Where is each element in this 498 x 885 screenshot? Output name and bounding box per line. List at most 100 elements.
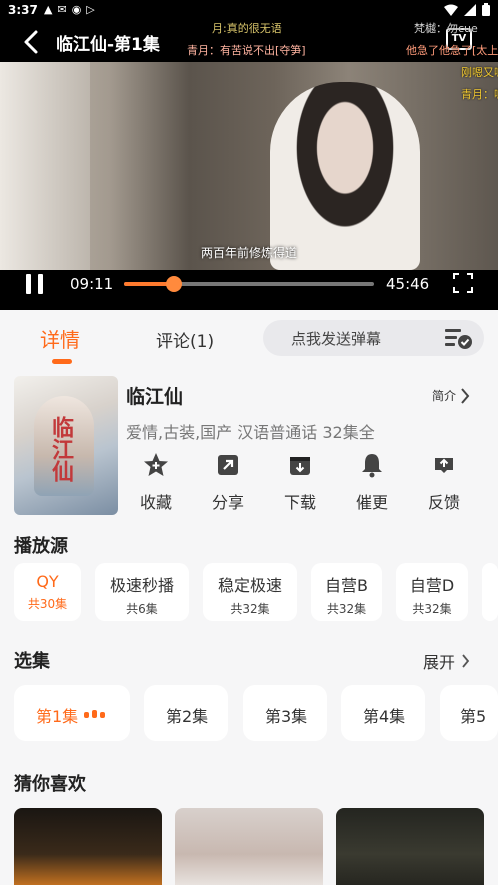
status-bar: 3:37 ▲ ✉ ◉ ▷: [0, 0, 498, 22]
danmaku-comment: 青月：嗯嗯: [461, 88, 498, 101]
tab-comments[interactable]: 评论(1): [156, 327, 214, 352]
action-label: 反馈: [427, 493, 460, 512]
source-chip-partial[interactable]: [482, 563, 498, 621]
fullscreen-icon[interactable]: [453, 273, 473, 293]
episode-label: 第4集: [363, 707, 406, 726]
show-poster[interactable]: 临江仙: [14, 376, 118, 515]
danmu-settings-icon[interactable]: [445, 327, 473, 349]
sources-title: 播放源: [14, 536, 68, 557]
source-count: 共32集: [326, 602, 367, 616]
total-time: 45:46: [386, 275, 430, 293]
episode-chip[interactable]: 第3集: [243, 685, 327, 741]
action-label: 催更: [355, 493, 388, 512]
recommend-card[interactable]: [14, 808, 162, 885]
video-title: 临江仙-第1集: [56, 35, 160, 55]
video-player[interactable]: 3:37 ▲ ✉ ◉ ▷ 临江仙-第1集 TV 月:真的很无语 梵樾：勿cue …: [0, 0, 498, 310]
episode-label: 第1集: [36, 707, 79, 726]
feedback-button[interactable]: 反馈: [414, 452, 474, 513]
episodes-title: 选集: [14, 651, 50, 672]
source-chip[interactable]: 极速秒播 共6集: [95, 563, 189, 621]
bell-icon: [362, 454, 382, 478]
episode-label: 第3集: [265, 707, 308, 726]
chevron-right-icon: [461, 387, 470, 404]
warning-icon: ▲: [44, 3, 53, 16]
feedback-icon: [435, 458, 453, 473]
download-button[interactable]: 下载: [270, 452, 330, 513]
source-count: 共32集: [230, 602, 270, 616]
vpn-icon: ◉: [71, 3, 82, 16]
action-row: 收藏 分享 下载 催更 反馈: [126, 452, 486, 516]
now-playing-icon: [84, 710, 105, 718]
danmu-input[interactable]: 点我发送弹幕: [263, 320, 484, 356]
source-chip[interactable]: 稳定极速 共32集: [203, 563, 297, 621]
battery-icon: [482, 3, 490, 16]
pause-icon[interactable]: [24, 274, 46, 296]
download-icon: [290, 457, 310, 475]
source-chip[interactable]: QY 共30集: [14, 563, 81, 621]
episode-list: 第1集 第2集 第3集 第4集 第5: [14, 685, 498, 741]
app-root: 3:37 ▲ ✉ ◉ ▷ 临江仙-第1集 TV 月:真的很无语 梵樾：勿cue …: [0, 0, 498, 885]
share-button[interactable]: 分享: [198, 452, 258, 513]
danmaku-comment: 他急了他急了[太上: [406, 44, 498, 57]
video-figure-actress: [270, 82, 420, 270]
action-label: 分享: [211, 493, 244, 512]
intro-link[interactable]: 简介: [432, 387, 470, 404]
show-meta: 爱情,古装,国产 汉语普通话 32集全: [126, 423, 375, 442]
tab-active-indicator: [52, 359, 72, 364]
video-frame[interactable]: [0, 62, 498, 270]
show-title: 临江仙: [126, 386, 184, 408]
signal-icon: [464, 3, 476, 16]
intro-label: 简介: [432, 389, 457, 403]
danmaku-comment: 梵樾：勿cue: [414, 22, 478, 35]
chevron-right-icon: [462, 654, 470, 668]
source-chip[interactable]: 自营B 共32集: [311, 563, 382, 621]
source-chip[interactable]: 自营D 共32集: [396, 563, 468, 621]
source-name: QY: [36, 572, 59, 591]
progress-bar[interactable]: [124, 276, 374, 292]
progress-knob[interactable]: [166, 276, 182, 292]
tab-detail[interactable]: 详情: [40, 324, 80, 353]
episode-chip[interactable]: 第1集: [14, 685, 130, 741]
play-store-icon: ▷: [86, 3, 95, 16]
expand-label: 展开: [423, 653, 456, 672]
danmaku-comment: 刚嗯又嗯: [461, 66, 498, 79]
source-name: 自营B: [325, 576, 368, 595]
danmu-placeholder: 点我发送弹幕: [291, 330, 382, 348]
status-icons-right: [444, 3, 490, 16]
source-count: 共32集: [412, 602, 452, 616]
recommend-card[interactable]: [336, 808, 484, 885]
wifi-icon: [444, 4, 458, 16]
status-time: 3:37: [8, 3, 38, 17]
action-label: 收藏: [139, 493, 172, 512]
back-arrow-icon[interactable]: [18, 28, 46, 56]
tabs-row: 详情 评论(1) 点我发送弹幕: [0, 310, 498, 368]
recommend-card[interactable]: [175, 808, 323, 885]
share-icon: [218, 455, 238, 475]
detail-content: 详情 评论(1) 点我发送弹幕 临江仙 临江仙 简介 爱情,古装,国产 汉语普通: [0, 310, 498, 885]
player-controls: 09:11 45:46: [0, 270, 498, 310]
status-icons-left: ▲ ✉ ◉ ▷: [44, 3, 95, 16]
star-plus-icon: [144, 453, 168, 476]
source-count: 共6集: [126, 602, 158, 616]
source-name: 极速秒播: [109, 576, 174, 595]
video-subtitle: 两百年前修炼得道: [200, 246, 297, 260]
source-name: 稳定极速: [217, 576, 282, 595]
source-count: 共30集: [27, 597, 68, 611]
remind-update-button[interactable]: 催更: [342, 452, 402, 513]
favorite-button[interactable]: 收藏: [126, 452, 186, 513]
recommend-title: 猜你喜欢: [14, 774, 86, 795]
episode-label: 第2集: [166, 707, 209, 726]
danmaku-comment: 月:真的很无语: [212, 22, 282, 35]
poster-title: 临江仙: [48, 416, 73, 482]
video-figure-left: [0, 62, 90, 270]
mail-icon: ✉: [57, 3, 67, 16]
episode-chip[interactable]: 第4集: [341, 685, 425, 741]
recommend-list: [14, 808, 498, 885]
source-list: QY 共30集 极速秒播 共6集 稳定极速 共32集 自营B 共32集 自营D …: [14, 563, 498, 621]
episode-label: 第5: [460, 707, 487, 726]
source-name: 自营D: [409, 576, 455, 595]
episode-chip[interactable]: 第2集: [144, 685, 228, 741]
show-info-card: 临江仙 临江仙 简介 爱情,古装,国产 汉语普通话 32集全 收藏 分享 下载 …: [14, 376, 484, 516]
episode-chip[interactable]: 第5: [440, 685, 498, 741]
expand-episodes-link[interactable]: 展开: [423, 649, 470, 673]
